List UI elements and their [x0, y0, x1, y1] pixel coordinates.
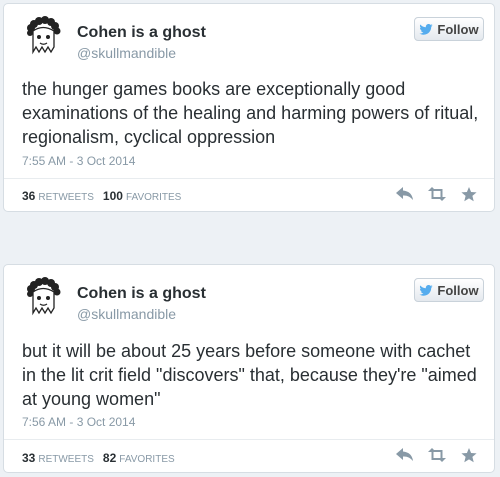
tweet-stats: 36 RETWEETS 100 FAVORITES	[22, 189, 190, 203]
ghost-avatar-icon[interactable]	[22, 16, 64, 58]
favorites-label[interactable]: FAVORITES	[126, 192, 181, 203]
twitter-bird-icon	[419, 284, 434, 296]
retweet-icon[interactable]	[426, 186, 448, 202]
retweets-label[interactable]: RETWEETS	[38, 454, 94, 465]
tweet-stats: 33 RETWEETS 82 FAVORITES	[22, 451, 184, 465]
tweet-timestamp[interactable]: 7:55 AM - 3 Oct 2014	[22, 154, 135, 168]
tweet-card: Cohen is a ghost @skullmandible Follow b…	[3, 264, 495, 473]
author-handle[interactable]: @skullmandible	[77, 306, 176, 322]
follow-button-label: Follow	[437, 21, 479, 37]
tweet-text: but it will be about 25 years before som…	[22, 341, 477, 409]
tweet-text: the hunger games books are exceptionally…	[22, 79, 479, 147]
reply-icon[interactable]	[394, 186, 416, 202]
author-handle[interactable]: @skullmandible	[77, 45, 176, 61]
tweet-actions	[384, 186, 480, 202]
follow-button[interactable]: Follow	[414, 17, 484, 41]
tweet-actions	[384, 447, 480, 463]
star-icon[interactable]	[458, 186, 480, 202]
favorite-count: 100	[102, 189, 123, 203]
twitter-bird-icon	[419, 23, 434, 35]
retweet-count: 36	[22, 189, 36, 203]
retweets-label[interactable]: RETWEETS	[38, 192, 94, 203]
follow-button-label: Follow	[437, 282, 479, 298]
author-name[interactable]: Cohen is a ghost	[77, 24, 206, 42]
author-name[interactable]: Cohen is a ghost	[77, 285, 206, 303]
reply-icon[interactable]	[394, 447, 416, 463]
star-icon[interactable]	[458, 447, 480, 463]
tweet-timestamp[interactable]: 7:56 AM - 3 Oct 2014	[22, 415, 135, 429]
retweet-count: 33	[22, 451, 36, 465]
favorite-count: 82	[102, 451, 117, 465]
tweet-card: Cohen is a ghost @skullmandible Follow t…	[3, 3, 495, 212]
favorites-label[interactable]: FAVORITES	[119, 454, 174, 465]
ghost-avatar-icon[interactable]	[22, 277, 64, 319]
retweet-icon[interactable]	[426, 447, 448, 463]
divider	[4, 439, 494, 440]
follow-button[interactable]: Follow	[414, 278, 484, 302]
divider	[4, 178, 494, 179]
